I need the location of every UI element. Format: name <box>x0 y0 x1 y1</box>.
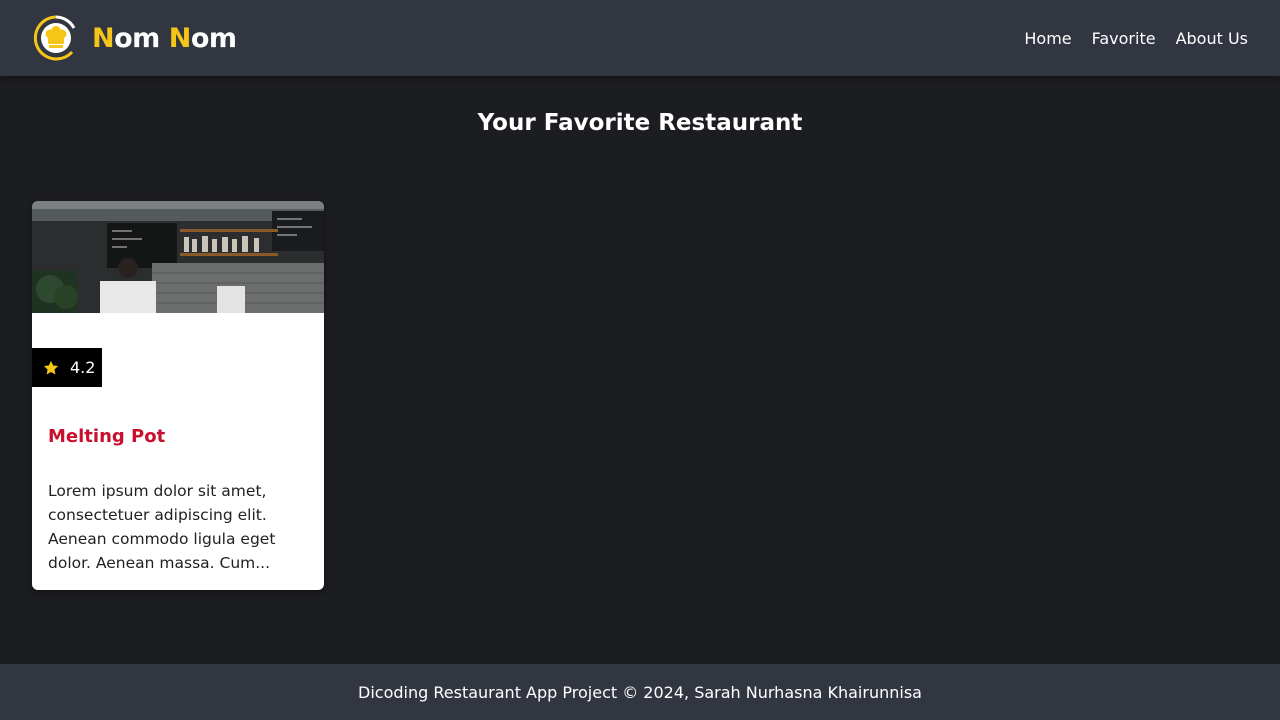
brand-text: om <box>190 22 237 54</box>
restaurant-image <box>32 201 324 313</box>
rating-badge: 4.2 <box>32 348 102 387</box>
brand-text: om <box>114 22 169 54</box>
brand[interactable]: Nom Nom <box>32 14 237 62</box>
brand-name: Nom Nom <box>92 23 237 54</box>
restaurant-description: Lorem ipsum dolor sit amet, consectetuer… <box>48 482 276 572</box>
brand-letter: N <box>168 22 192 54</box>
nav-home[interactable]: Home <box>1024 29 1071 48</box>
brand-letter: N <box>92 22 115 54</box>
footer-text: Dicoding Restaurant App Project © 2024, … <box>358 682 922 702</box>
app-footer: Dicoding Restaurant App Project © 2024, … <box>0 664 1280 720</box>
restaurant-card[interactable]: 4.2 Melting Pot Lorem ipsum dolor sit am… <box>32 201 324 590</box>
rating-value: 4.2 <box>70 358 96 377</box>
star-icon <box>43 360 59 374</box>
app-header: Nom Nom Home Favorite About Us <box>0 0 1280 76</box>
main-nav: Home Favorite About Us <box>1024 29 1248 48</box>
nav-about-us[interactable]: About Us <box>1176 29 1248 48</box>
page-title: Your Favorite Restaurant <box>477 110 803 136</box>
chef-hat-icon <box>33 15 76 61</box>
restaurant-name[interactable]: Melting Pot <box>48 426 165 447</box>
nav-favorite[interactable]: Favorite <box>1092 29 1156 48</box>
